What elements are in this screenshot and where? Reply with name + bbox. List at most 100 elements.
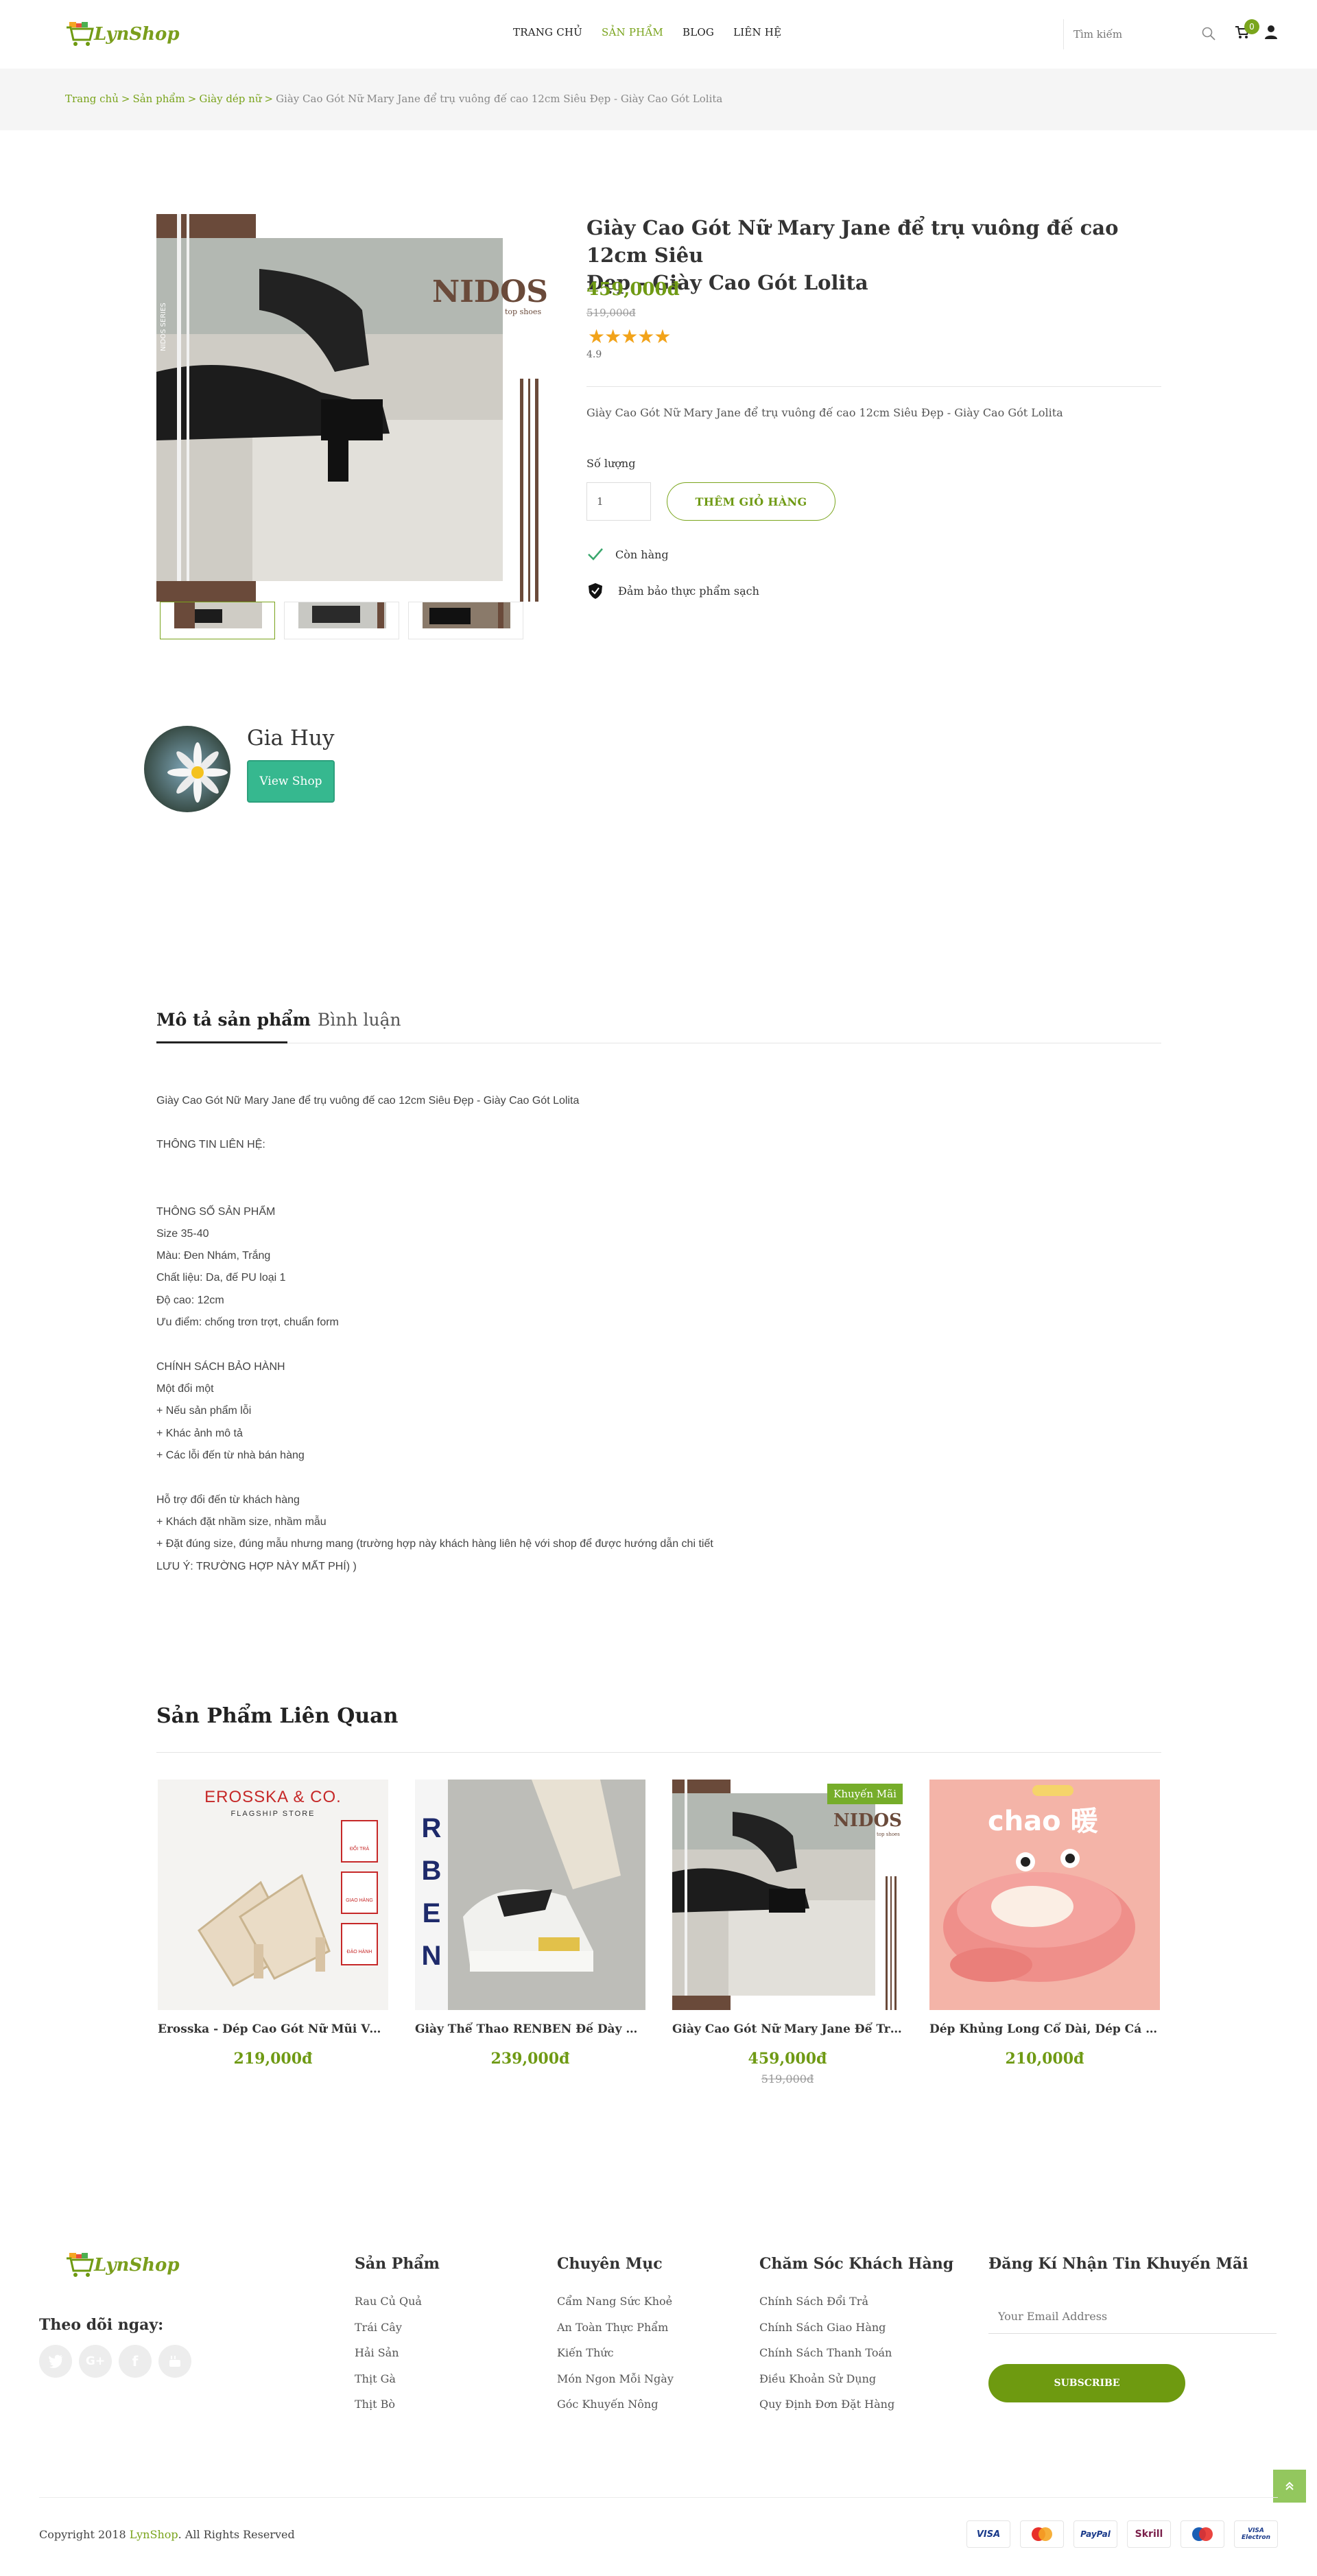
subscribe-button[interactable]: SUBSCRIBE — [988, 2364, 1185, 2402]
tab-description[interactable]: Mô tả sản phẩm — [156, 1010, 311, 1030]
facebook-icon[interactable]: f — [119, 2345, 152, 2378]
copyright: Copyright 2018 LynShop. All Rights Reser… — [39, 2528, 295, 2541]
footer-link[interactable]: Chính Sách Thanh Toán — [759, 2346, 892, 2359]
newsletter-title: Đăng Kí Nhận Tin Khuyến Mãi — [988, 2255, 1248, 2273]
description-line: Màu: Đen Nhám, Trắng — [156, 1250, 271, 1262]
related-product-price: 219,000đ — [233, 2050, 313, 2068]
skrill-icon: Skrill — [1127, 2520, 1171, 2548]
footer-link[interactable]: Hải Sản — [355, 2346, 399, 2359]
breadcrumb: Trang chủ > Sản phẩm > Giày dép nữ > Giày Cao … — [65, 93, 723, 105]
thumbnail-3[interactable] — [408, 602, 523, 639]
related-divider — [156, 1752, 1161, 1753]
related-product-old-price: 519,000đ — [761, 2072, 814, 2085]
rating-stars-icon: ★★★★★ — [588, 325, 672, 348]
description-line: Giày Cao Gót Nữ Mary Jane để trụ vuông đ… — [156, 1095, 580, 1107]
footer-link[interactable]: An Toàn Thực Phẩm — [557, 2321, 668, 2334]
breadcrumb-current: Giày Cao Gót Nữ Mary Jane để trụ vuông đ… — [276, 93, 723, 105]
follow-label: Theo dõi ngay: — [39, 2316, 164, 2334]
nav-lien-he[interactable]: LIÊN HỆ — [733, 26, 781, 38]
breadcrumb-products[interactable]: Sản phẩm — [132, 93, 185, 105]
cart-count-badge: 0 — [1244, 19, 1259, 34]
cart-logo-icon — [67, 22, 94, 46]
newsletter-email-input[interactable] — [988, 2300, 1277, 2334]
related-product-name[interactable]: Erosska - Dép Cao Gót Nữ Mũi Vuông ... — [158, 2022, 388, 2036]
related-product-image[interactable]: chao 暖 — [929, 1780, 1160, 2010]
thumbnail-1[interactable] — [160, 602, 275, 639]
site-header: LynShop TRANG CHỦ SẢN PHẨM BLOG LIÊN HỆ … — [0, 0, 1317, 69]
footer-divider — [39, 2497, 1278, 2498]
promo-badge: Khuyến Mãi — [827, 1784, 903, 1804]
description-line: LƯU Ý: TRƯỜNG HỢP NÀY MẤT PHÍ) ) — [156, 1561, 357, 1572]
back-to-top-icon[interactable] — [1273, 2470, 1306, 2503]
related-product-price: 239,000đ — [490, 2050, 570, 2068]
shield-check-icon — [589, 583, 602, 599]
card-image-brand: EROSSKA & CO. — [204, 1788, 342, 1806]
related-product-price: 459,000đ — [748, 2050, 827, 2068]
footer-link[interactable]: Món Ngon Mỗi Ngày — [557, 2372, 674, 2385]
footer-link[interactable]: Rau Củ Quả — [355, 2295, 422, 2308]
card-image-brand: NIDOS — [833, 1810, 902, 1831]
description-line: Chất liệu: Da, đế PU loại 1 — [156, 1272, 286, 1284]
google-plus-icon[interactable]: G+ — [79, 2345, 112, 2378]
copyright-suffix: . All Rights Reserved — [178, 2528, 295, 2541]
footer-link[interactable]: Cẩm Nang Sức Khoẻ — [557, 2295, 672, 2308]
add-to-cart-button[interactable]: THÊM GIỎ HÀNG — [667, 482, 835, 521]
feature-guarantee-label: Đảm bảo thực phẩm sạch — [618, 584, 759, 598]
user-icon[interactable] — [1264, 25, 1278, 40]
footer-link[interactable]: Chính Sách Giao Hàng — [759, 2321, 886, 2334]
shop-avatar[interactable] — [144, 726, 230, 812]
related-product-name[interactable]: Giày Cao Gót Nữ Mary Jane Để Trụ Vu... — [672, 2022, 903, 2036]
description-line: THÔNG SỐ SẢN PHẨM — [156, 1206, 276, 1218]
copyright-brand-link[interactable]: LynShop — [130, 2528, 178, 2541]
description-line: Ưu điểm: chống trơn trợt, chuẩn form — [156, 1316, 339, 1328]
card-image-tag: GIAO HÀNG — [346, 1898, 373, 1903]
related-product-name[interactable]: Giày Thể Thao RENBEN Đế Dày Đơn G... — [415, 2022, 645, 2036]
nav-san-pham[interactable]: SẢN PHẨM — [602, 26, 663, 38]
footer-col-title-support: Chăm Sóc Khách Hàng — [759, 2255, 954, 2273]
site-logo[interactable]: LynShop — [65, 19, 180, 49]
quantity-input[interactable] — [586, 482, 651, 521]
footer-link[interactable]: Góc Khuyến Nông — [557, 2398, 658, 2411]
card-image-tag: ĐẢO HÀNH — [346, 1950, 372, 1954]
footer-link[interactable]: Chính Sách Đổi Trả — [759, 2295, 868, 2308]
description-line: THÔNG TIN LIÊN HỆ: — [156, 1139, 265, 1150]
mastercard-icon — [1020, 2520, 1064, 2548]
description-line: + Khách đặt nhầm size, nhầm mẫu — [156, 1516, 327, 1528]
description-line: Độ cao: 12cm — [156, 1295, 224, 1306]
footer-link[interactable]: Trái Cây — [355, 2321, 402, 2334]
breadcrumb-home[interactable]: Trang chủ — [65, 93, 119, 105]
search-input[interactable] — [1073, 25, 1197, 44]
nav-trang-chu[interactable]: TRANG CHỦ — [513, 26, 582, 38]
nav-blog[interactable]: BLOG — [683, 26, 714, 38]
tab-comments[interactable]: Bình luận — [318, 1010, 401, 1030]
footer-link[interactable]: Điều Khoản Sử Dụng — [759, 2372, 876, 2385]
visa-icon: VISA — [966, 2520, 1010, 2548]
search-box — [1063, 19, 1228, 49]
image-tagline-text: top shoes — [505, 307, 542, 316]
related-product-image[interactable]: EROSSKA & CO. FLAGSHIP STORE ĐỔI TRẢ GIA… — [158, 1780, 388, 2010]
breadcrumb-category[interactable]: Giày dép nữ — [199, 93, 261, 105]
product-main-image[interactable]: NIDOS top shoes NIDOS SERIES — [156, 214, 547, 602]
description-line: + Đặt đúng size, đúng mẫu nhưng mang (tr… — [156, 1538, 713, 1550]
logo-text: LynShop — [94, 24, 180, 45]
description-line: + Nếu sản phẩm lỗi — [156, 1405, 252, 1417]
view-shop-button[interactable]: View Shop — [247, 760, 335, 803]
product-short-description: Giày Cao Gót Nữ Mary Jane để trụ vuông đ… — [586, 406, 1063, 419]
footer-link[interactable]: Thịt Bò — [355, 2398, 395, 2411]
related-product-name[interactable]: Dép Khủng Long Cổ Dài, Dép Cá Sấu Đi... — [929, 2022, 1160, 2036]
footer-logo[interactable]: LynShop — [65, 2252, 180, 2279]
related-products-title: Sản Phẩm Liên Quan — [156, 1704, 399, 1728]
youtube-icon[interactable] — [158, 2345, 191, 2378]
footer-link[interactable]: Quy Định Đơn Đặt Hàng — [759, 2398, 894, 2411]
product-rating-value: 4.9 — [586, 349, 602, 360]
thumbnail-2[interactable] — [284, 602, 399, 639]
active-tab-indicator — [156, 1041, 287, 1043]
search-icon[interactable] — [1201, 26, 1216, 41]
footer-link[interactable]: Kiến Thức — [557, 2346, 614, 2359]
footer-link[interactable]: Thịt Gà — [355, 2372, 396, 2385]
related-product-image[interactable]: RBEN — [415, 1780, 645, 2010]
product-old-price: 519,000đ — [586, 307, 636, 319]
description-line: + Khác ảnh mô tả — [156, 1428, 243, 1439]
related-product-image[interactable]: NIDOS top shoes — [672, 1780, 903, 2010]
twitter-icon[interactable] — [39, 2345, 72, 2378]
